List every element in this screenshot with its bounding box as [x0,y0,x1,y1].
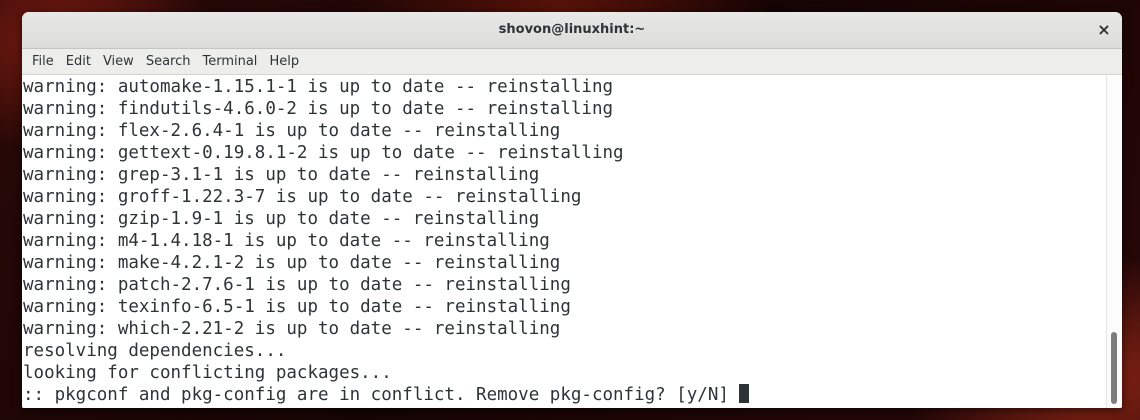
title-bar[interactable]: shovon@linuxhint:~ × [22,12,1122,49]
terminal-output[interactable]: warning: automake-1.15.1-1 is up to date… [22,76,1106,408]
window-title: shovon@linuxhint:~ [498,22,646,37]
scrollbar-thumb[interactable] [1111,332,1117,404]
terminal-window: shovon@linuxhint:~ × File Edit View Sear… [22,12,1122,408]
terminal-line: warning: texinfo-6.5-1 is up to date -- … [23,297,571,317]
menu-file[interactable]: File [26,50,60,74]
terminal-line: warning: make-4.2.1-2 is up to date -- r… [23,253,561,273]
terminal-prompt: :: pkgconf and pkg-config are in conflic… [23,385,740,405]
terminal-line: resolving dependencies... [23,341,287,361]
terminal-line: warning: findutils-4.6.0-2 is up to date… [23,99,614,119]
menu-help[interactable]: Help [263,50,305,74]
text-cursor [739,384,750,403]
terminal-line: warning: patch-2.7.6-1 is up to date -- … [23,275,571,295]
terminal-line: warning: flex-2.6.4-1 is up to date -- r… [23,121,561,141]
terminal-prompt-line: :: pkgconf and pkg-config are in conflic… [23,384,1106,406]
terminal-line: warning: gettext-0.19.8.1-2 is up to dat… [23,143,624,163]
menu-edit[interactable]: Edit [60,50,97,74]
close-button[interactable]: × [1094,20,1114,40]
terminal-line: warning: m4-1.4.18-1 is up to date -- re… [23,231,550,251]
menu-search[interactable]: Search [140,50,197,74]
menu-terminal[interactable]: Terminal [196,50,263,74]
menu-view[interactable]: View [97,50,140,74]
terminal-line: warning: which-2.21-2 is up to date -- r… [23,319,561,339]
scrollbar[interactable] [1106,76,1122,408]
terminal-line: looking for conflicting packages... [23,363,392,383]
terminal-line: warning: groff-1.22.3-7 is up to date --… [23,187,582,207]
menu-bar: File Edit View Search Terminal Help [22,49,1122,75]
terminal-line: warning: grep-3.1-1 is up to date -- rei… [23,165,540,185]
terminal-line: warning: automake-1.15.1-1 is up to date… [23,77,614,97]
terminal-line: warning: gzip-1.9-1 is up to date -- rei… [23,209,540,229]
